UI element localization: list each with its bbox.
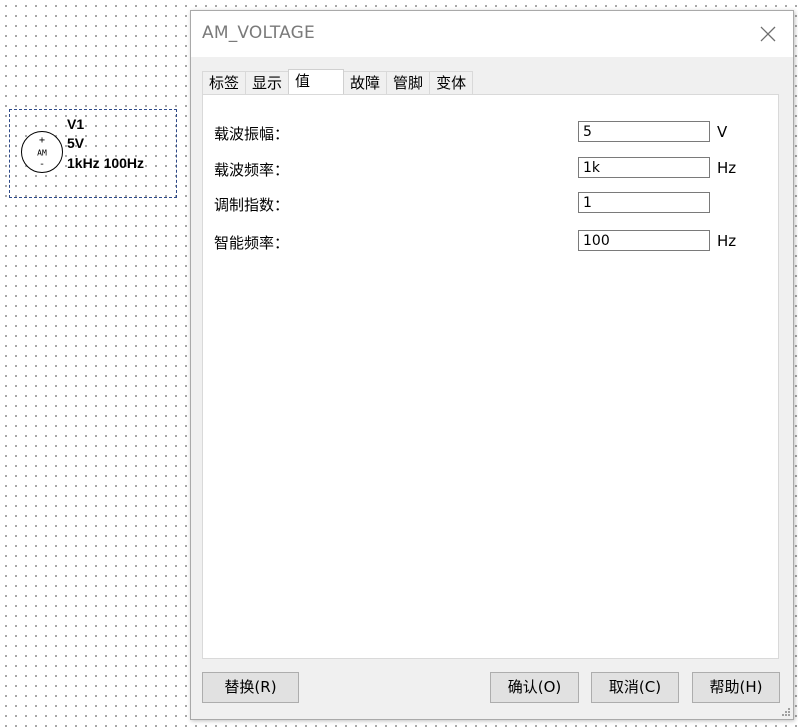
properties-dialog: AM_VOLTAGE 标签 显示 值 故障 管脚 变体 载波振幅： V 载波频率… — [190, 10, 794, 720]
modulation-index-label: 调制指数： — [214, 196, 290, 214]
carrier-amplitude-input[interactable] — [578, 121, 710, 142]
intelligence-frequency-input[interactable] — [578, 230, 710, 251]
source-am-text: AM — [37, 149, 47, 158]
param-row-carrier-amplitude: 载波振幅： V — [203, 121, 778, 143]
carrier-amplitude-label: 载波振幅： — [214, 125, 290, 143]
modulation-index-input[interactable] — [578, 192, 710, 213]
resize-grip-icon[interactable] — [781, 707, 791, 717]
param-row-carrier-frequency: 载波频率： Hz — [203, 157, 778, 179]
carrier-amplitude-unit: V — [717, 123, 728, 141]
dialog-title: AM_VOLTAGE — [202, 23, 315, 43]
carrier-frequency-input[interactable] — [578, 157, 710, 178]
intelligence-frequency-unit: Hz — [717, 232, 737, 250]
tab-variant[interactable]: 变体 — [429, 71, 474, 94]
intelligence-frequency-label: 智能频率： — [214, 234, 290, 252]
tab-value[interactable]: 值 — [288, 69, 345, 94]
component-ref-label: V1 — [67, 116, 85, 132]
carrier-frequency-unit: Hz — [717, 159, 737, 177]
close-button[interactable] — [755, 21, 781, 47]
tab-label[interactable]: 标签 — [202, 71, 247, 94]
replace-button[interactable]: 替换(R) — [202, 672, 299, 703]
source-plus-sign: + — [39, 135, 45, 146]
carrier-frequency-label: 载波频率： — [214, 161, 290, 179]
tab-pins[interactable]: 管脚 — [386, 71, 431, 94]
tab-fault[interactable]: 故障 — [343, 71, 388, 94]
ok-button[interactable]: 确认(O) — [490, 672, 579, 703]
am-voltage-source-symbol[interactable]: + AM - — [20, 130, 64, 174]
tab-display[interactable]: 显示 — [245, 71, 290, 94]
component-amplitude-label: 5V — [67, 135, 85, 151]
help-button[interactable]: 帮助(H) — [692, 672, 780, 703]
cancel-button[interactable]: 取消(C) — [591, 672, 679, 703]
close-icon — [760, 26, 776, 42]
param-row-modulation-index: 调制指数： — [203, 192, 778, 214]
tab-strip: 标签 显示 值 故障 管脚 变体 — [202, 69, 474, 94]
param-row-intelligence-frequency: 智能频率： Hz — [203, 230, 778, 252]
value-tab-panel: 载波振幅： V 载波频率： Hz 调制指数： 智能频率： Hz — [202, 94, 779, 659]
source-minus-sign: - — [39, 159, 45, 170]
component-frequency-label: 1kHz 100Hz — [67, 155, 145, 171]
dialog-title-bar[interactable]: AM_VOLTAGE — [191, 11, 793, 57]
